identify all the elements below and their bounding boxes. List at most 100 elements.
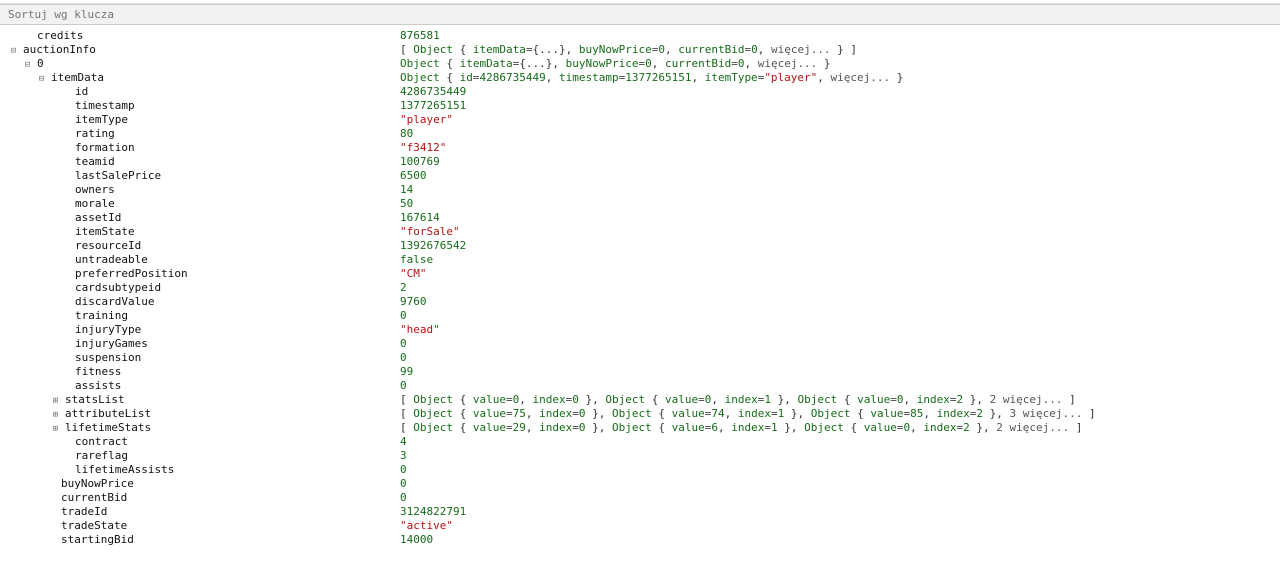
tree-key: auctionInfo [23,43,96,57]
tree-row[interactable]: credits 876581 [0,29,1280,43]
tree-key: morale [75,197,115,211]
tree-key: contract [75,435,128,449]
tree-value: 1377265151 [400,99,1280,113]
tree-row[interactable]: timestamp 1377265151 [0,99,1280,113]
tree-value: "active" [400,519,1280,533]
tree-value: 50 [400,197,1280,211]
tree-key: teamid [75,155,115,169]
tree-value: 9760 [400,295,1280,309]
tree-row[interactable]: formation "f3412" [0,141,1280,155]
tree-row[interactable]: injuryType "head" [0,323,1280,337]
tree-row[interactable]: discardValue 9760 [0,295,1280,309]
tree-row[interactable]: resourceId1392676542 [0,239,1280,253]
tree-row[interactable]: buyNowPrice 0 [0,477,1280,491]
tree-row[interactable]: itemType "player" [0,113,1280,127]
collapse-icon[interactable]: ⊟ [22,60,33,71]
tree-value: 876581 [400,29,1280,43]
tree-value: 0 [400,309,1280,323]
expand-icon[interactable]: ⊞ [50,424,61,435]
tree-row[interactable]: ⊟ 0 Object { itemData={...}, buyNowPrice… [0,57,1280,71]
tree-key: rareflag [75,449,128,463]
tree-row[interactable]: ⊟ itemData Object { id=4286735449, times… [0,71,1280,85]
tree-key: assetId [75,211,121,225]
tree-row[interactable]: injuryGames0 [0,337,1280,351]
tree-value: "player" [400,113,1280,127]
tree-row[interactable]: contract4 [0,435,1280,449]
tree-row[interactable]: suspension0 [0,351,1280,365]
tree-row[interactable]: preferredPosition"CM" [0,267,1280,281]
tree-value: "f3412" [400,141,1280,155]
tree-row[interactable]: id4286735449 [0,85,1280,99]
tree-row[interactable]: teamid 100769 [0,155,1280,169]
tree-row[interactable]: assists0 [0,379,1280,393]
tree-row[interactable]: ⊟ auctionInfo [ Object { itemData={...},… [0,43,1280,57]
tree-key: formation [75,141,135,155]
tree-key: statsList [65,393,125,407]
tree-value: false [400,253,1280,267]
tree-value: 14 [400,183,1280,197]
tree-row[interactable]: training0 [0,309,1280,323]
expand-icon[interactable]: ⊞ [50,410,61,421]
filter-bar [0,4,1280,25]
tree-key: itemData [51,71,104,85]
tree-value: [ Object { value=29, index=0 }, Object {… [400,421,1280,435]
tree-value: 0 [400,463,1280,477]
tree-key: 0 [37,57,44,71]
tree-value: "CM" [400,267,1280,281]
tree-value: [ Object { value=0, index=0 }, Object { … [400,393,1280,407]
tree-key: injuryType [75,323,141,337]
tree-value: 99 [400,365,1280,379]
tree-row[interactable]: ⊞ statsList [ Object { value=0, index=0 },… [0,393,1280,407]
tree-value: 3 [400,449,1280,463]
tree-key: fitness [75,365,121,379]
tree-row[interactable]: itemState"forSale" [0,225,1280,239]
collapse-icon[interactable]: ⊟ [36,74,47,85]
tree-row[interactable]: assetId 167614 [0,211,1280,225]
tree-value: 0 [400,491,1280,505]
tree-row[interactable]: ⊞ lifetimeStats [ Object { value=29, index… [0,421,1280,435]
tree-row[interactable]: cardsubtypeid2 [0,281,1280,295]
collapse-icon[interactable]: ⊟ [8,46,19,57]
tree-key: itemType [75,113,128,127]
tree-value: 100769 [400,155,1280,169]
tree-key: owners [75,183,115,197]
tree-row[interactable]: lifetimeAssists0 [0,463,1280,477]
tree-key: tradeState [61,519,127,533]
tree-row[interactable]: startingBid14000 [0,533,1280,547]
tree-row[interactable]: tradeState "active" [0,519,1280,533]
tree-key: buyNowPrice [61,477,134,491]
tree-key: attributeList [65,407,151,421]
filter-input[interactable] [6,7,310,22]
tree-row[interactable]: lastSalePrice6500 [0,169,1280,183]
tree-row[interactable]: owners 14 [0,183,1280,197]
tree-row[interactable]: tradeId3124822791 [0,505,1280,519]
tree-key: credits [37,29,83,43]
tree-row[interactable]: ⊞ attributeList [ Object { value=75, index… [0,407,1280,421]
tree-value: [ Object { itemData={...}, buyNowPrice=0… [400,43,1280,57]
tree-key: lifetimeStats [65,421,151,435]
tree-key: resourceId [75,239,141,253]
tree-value: 0 [400,379,1280,393]
tree-value: 0 [400,477,1280,491]
object-tree: credits 876581 ⊟ auctionInfo [ Object { … [0,25,1280,551]
tree-value: 14000 [400,533,1280,547]
expand-icon[interactable]: ⊞ [50,396,61,407]
tree-row[interactable]: morale 50 [0,197,1280,211]
tree-row[interactable]: fitness 99 [0,365,1280,379]
tree-key: rating [75,127,115,141]
tree-value: 80 [400,127,1280,141]
tree-value: 3124822791 [400,505,1280,519]
tree-value: [ Object { value=75, index=0 }, Object {… [400,407,1280,421]
tree-row[interactable]: rating 80 [0,127,1280,141]
tree-row[interactable]: rareflag 3 [0,449,1280,463]
tree-key: discardValue [75,295,154,309]
tree-row[interactable]: currentBid0 [0,491,1280,505]
tree-key: id [75,85,88,99]
tree-key: lastSalePrice [75,169,161,183]
tree-row[interactable]: untradeablefalse [0,253,1280,267]
tree-key: timestamp [75,99,135,113]
tree-key: cardsubtypeid [75,281,161,295]
tree-value: 167614 [400,211,1280,225]
tree-value: "head" [400,323,1280,337]
tree-value: 0 [400,351,1280,365]
